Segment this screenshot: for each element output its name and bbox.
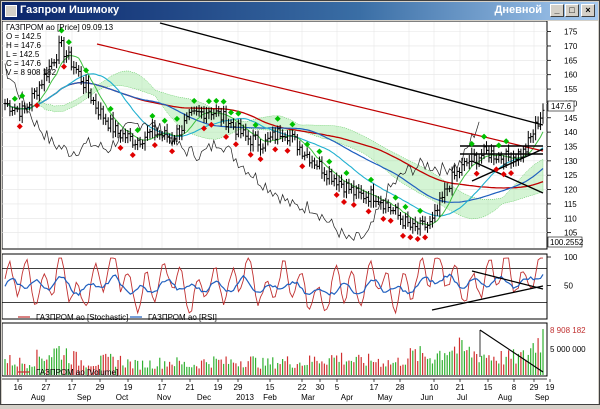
price-tick-label: 105 <box>564 229 578 238</box>
day-label: 17 <box>158 383 167 392</box>
month-label: Nov <box>157 393 171 402</box>
day-label: 10 <box>430 383 439 392</box>
month-label: Jul <box>457 393 467 402</box>
ohlc-open: O = 142.5 <box>6 32 42 41</box>
stochastic-legend: ГАЗПРОМ ао [Stochastic] <box>36 313 128 322</box>
title-bar[interactable]: Газпром Ишимоку Дневной _ □ × <box>2 2 598 20</box>
volume-mid-label: 5 000 000 <box>550 345 586 354</box>
day-label: 29 <box>234 383 243 392</box>
ohlc-close: C = 147.6 <box>6 59 41 68</box>
day-label: 19 <box>214 383 223 392</box>
day-label: 30 <box>316 383 325 392</box>
price-tick-label: 140 <box>564 128 578 137</box>
chart-area[interactable]: 1051101151201251301351401451501551601651… <box>1 20 598 404</box>
day-label: 17 <box>370 383 379 392</box>
price-tick-label: 155 <box>564 85 578 94</box>
month-label: Mar <box>301 393 315 402</box>
price-tick-label: 125 <box>564 171 578 180</box>
month-label: Dec <box>197 393 211 402</box>
ohlc-high: H = 147.6 <box>6 41 41 50</box>
price-tick-label: 170 <box>564 42 578 51</box>
volume-legend: ГАЗПРОМ ао [Volume] <box>36 368 118 377</box>
price-tick-label: 165 <box>564 56 578 65</box>
app-icon <box>5 5 17 17</box>
month-label: Sep <box>77 393 92 402</box>
window-title: Газпром Ишимоку <box>20 4 120 16</box>
price-tick-label: 115 <box>564 200 577 209</box>
day-label: 21 <box>456 383 465 392</box>
chart-svg[interactable]: 1051101151201251301351401451501551601651… <box>1 20 598 404</box>
price-tick-label: 130 <box>564 157 578 166</box>
month-label: Apr <box>341 393 354 402</box>
month-label: Feb <box>263 393 277 402</box>
day-label: 21 <box>186 383 195 392</box>
osc-tick-label: 50 <box>564 282 573 291</box>
ohlc-volume: V = 8 908 182 <box>6 68 57 77</box>
month-label: Aug <box>498 393 512 402</box>
day-label: 8 <box>512 383 517 392</box>
price-legend: ГАЗПРОМ ао [Price] 09.09.13 <box>6 23 114 32</box>
cursor-value-label: 100.2552 <box>550 238 584 247</box>
timeframe-label[interactable]: Дневной <box>495 4 543 16</box>
day-label: 29 <box>96 383 105 392</box>
day-label: 15 <box>484 383 493 392</box>
day-label: 15 <box>266 383 275 392</box>
month-label: Aug <box>31 393 45 402</box>
month-label: May <box>377 393 392 402</box>
chart-window: Газпром Ишимоку Дневной _ □ × 105 110 115 1… <box>0 0 600 405</box>
price-tick-label: 110 <box>564 214 577 223</box>
day-label: 19 <box>546 383 555 392</box>
price-tick-label: 145 <box>564 114 578 123</box>
day-label: 5 <box>335 383 340 392</box>
rsi-legend: ГАЗПРОМ ао [RSI] <box>148 313 217 322</box>
day-label: 16 <box>14 383 23 392</box>
day-label: 17 <box>68 383 77 392</box>
maximize-button[interactable]: □ <box>565 4 579 17</box>
osc-tick-label: 100 <box>564 253 578 262</box>
minimize-button[interactable]: _ <box>550 4 564 17</box>
price-tick-label: 120 <box>564 186 578 195</box>
last-volume-label: 8 908 182 <box>550 326 586 335</box>
month-label: Oct <box>116 393 129 402</box>
day-label: 29 <box>530 383 539 392</box>
month-label: Sep <box>535 393 550 402</box>
price-tick-label: 135 <box>564 142 578 151</box>
day-label: 19 <box>124 383 133 392</box>
day-label: 28 <box>396 383 405 392</box>
ohlc-low: L = 142.5 <box>6 50 40 59</box>
day-label: 27 <box>42 383 51 392</box>
price-tick-label: 175 <box>564 28 578 37</box>
price-tick-label: 160 <box>564 71 578 80</box>
close-button[interactable]: × <box>581 4 595 17</box>
month-label: Jun <box>421 393 434 402</box>
month-label: 2013 <box>236 393 254 402</box>
last-price-label: 147.6 <box>551 102 572 111</box>
day-label: 22 <box>298 383 307 392</box>
